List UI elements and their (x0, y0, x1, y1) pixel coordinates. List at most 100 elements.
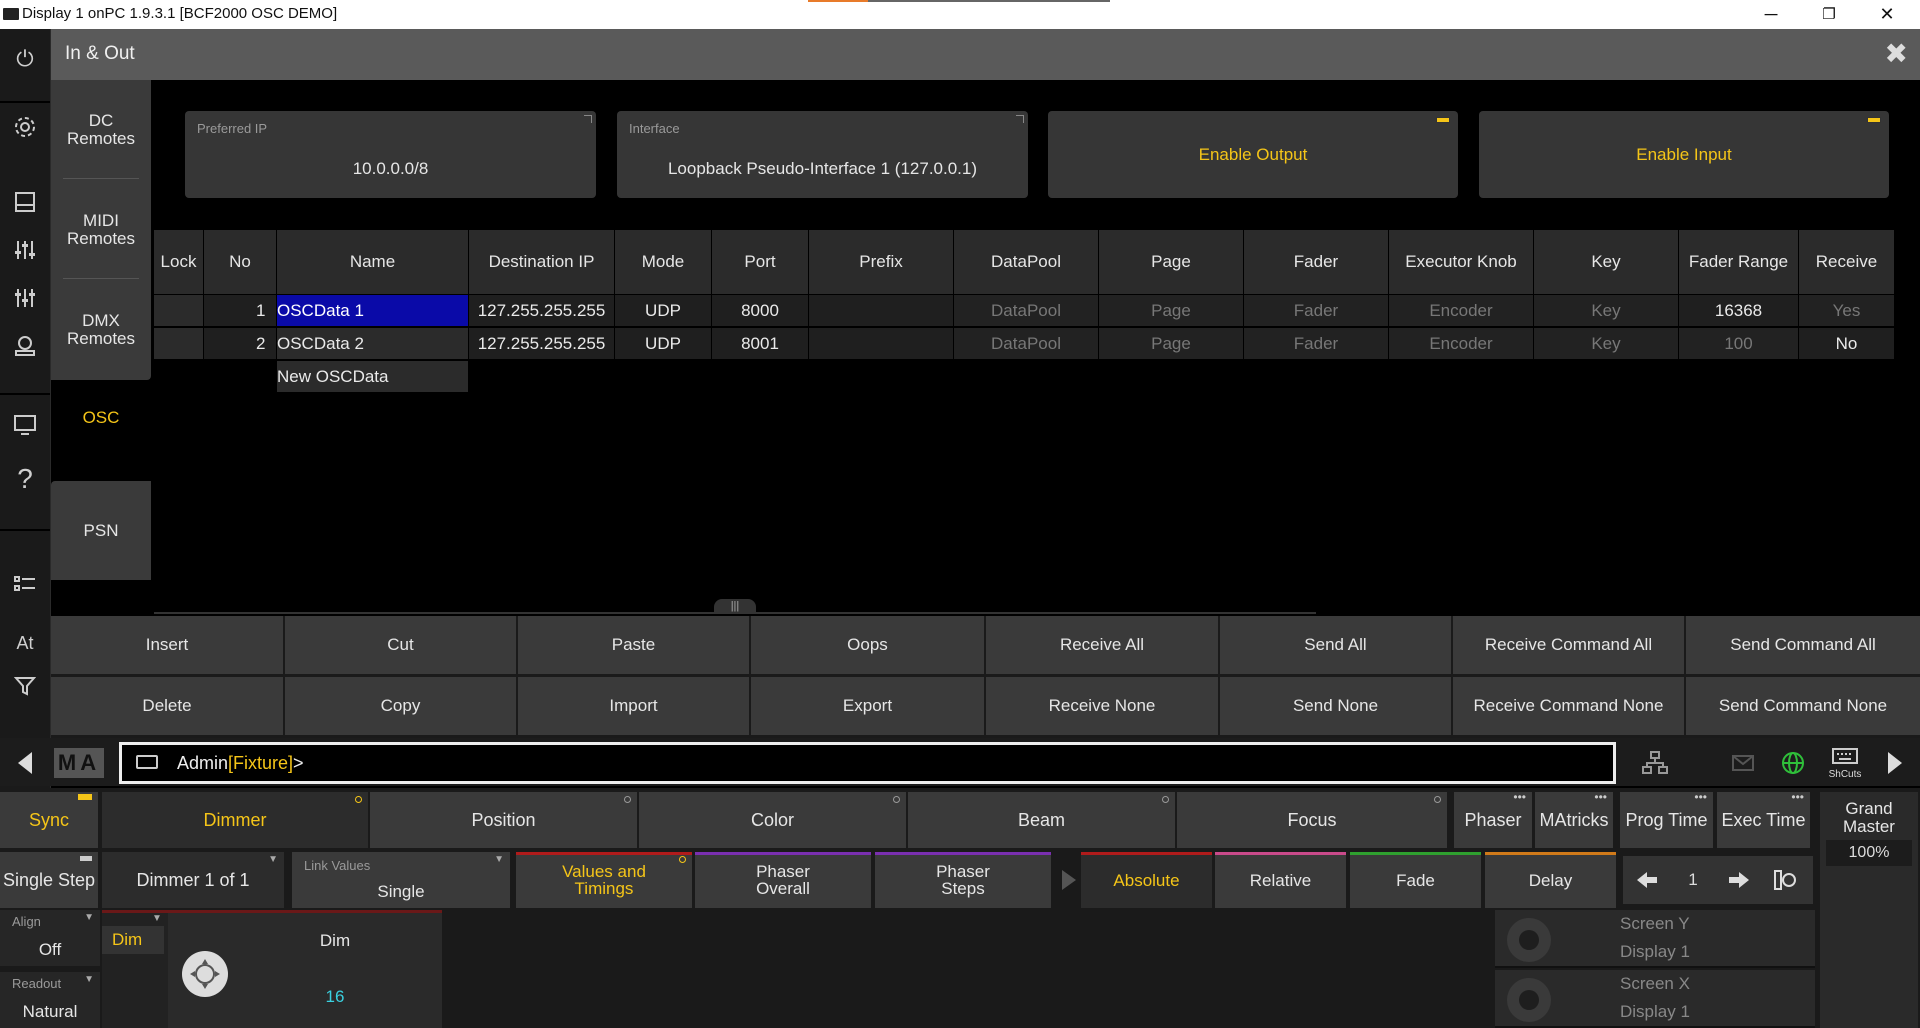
tab-exec-time[interactable]: ••• Exec Time (1717, 790, 1812, 848)
receive-command-all-button[interactable]: Receive Command All (1453, 616, 1686, 674)
phaser-overall-button[interactable]: Phaser Overall (695, 852, 873, 908)
table-cell-knob[interactable]: Encoder (1389, 328, 1534, 360)
interface-field[interactable]: Interface Loopback Pseudo-Interface 1 (1… (617, 111, 1028, 198)
table-cell-mode[interactable]: UDP (615, 328, 712, 360)
table-cell-range[interactable]: 100 (1679, 328, 1799, 360)
screen-x-encoder[interactable]: Screen X Display 1 (1495, 970, 1815, 1028)
receive-none-button[interactable]: Receive None (986, 677, 1220, 735)
mail-icon[interactable] (1718, 742, 1768, 784)
nav-dc-remotes[interactable]: DC Remotes (51, 100, 151, 160)
list-icon[interactable] (0, 563, 50, 607)
col-port[interactable]: Port (712, 230, 809, 294)
phaser-steps-button[interactable]: Phaser Steps (875, 852, 1053, 908)
table-cell-lock[interactable] (154, 295, 204, 327)
cut-button[interactable]: Cut (285, 616, 518, 674)
send-all-button[interactable]: Send All (1220, 616, 1453, 674)
link-values-select[interactable]: Link Values Single ▼ (292, 852, 510, 908)
keyboard-icon[interactable] (136, 755, 158, 769)
new-oscdata-row[interactable]: New OSCData (277, 361, 469, 393)
nav-psn[interactable]: PSN (51, 481, 151, 580)
paste-button[interactable]: Paste (518, 616, 751, 674)
dimmer-count-button[interactable]: ▼ Dimmer 1 of 1 (102, 852, 286, 908)
tab-phaser[interactable]: ••• Phaser (1454, 790, 1534, 848)
sync-button[interactable]: Sync (0, 792, 100, 848)
power-icon[interactable]: ⏻ (0, 37, 50, 81)
restore-button[interactable]: ❐ (1800, 0, 1858, 29)
readout-select[interactable]: Readout Natural ▼ (0, 972, 100, 1028)
tab-beam[interactable]: Beam (908, 792, 1177, 848)
single-step-button[interactable]: Single Step (0, 852, 100, 908)
table-cell-datapool[interactable]: DataPool (954, 328, 1099, 360)
receive-all-button[interactable]: Receive All (986, 616, 1220, 674)
col-no[interactable]: No (204, 230, 277, 294)
table-cell-key[interactable]: Key (1534, 295, 1679, 327)
send-command-all-button[interactable]: Send Command All (1686, 616, 1920, 674)
import-button[interactable]: Import (518, 677, 751, 735)
table-cell-no[interactable]: 1 (204, 295, 277, 327)
gear-icon[interactable] (0, 105, 50, 149)
dim-attribute[interactable]: Dim 16 (168, 913, 442, 1028)
col-receive[interactable]: Receive (1799, 230, 1895, 294)
tab-dimmer[interactable]: Dimmer (102, 792, 370, 848)
nav-dmx-remotes[interactable]: DMX Remotes (51, 300, 151, 360)
table-cell-lock[interactable] (154, 328, 204, 360)
col-key[interactable]: Key (1534, 230, 1679, 294)
insert-button[interactable]: Insert (51, 616, 285, 674)
grand-master[interactable]: Grand Master 100% (1820, 792, 1918, 1028)
export-button[interactable]: Export (751, 677, 986, 735)
table-cell-datapool[interactable]: DataPool (954, 295, 1099, 327)
col-prefix[interactable]: Prefix (809, 230, 954, 294)
table-cell-ip[interactable]: 127.255.255.255 (469, 328, 615, 360)
tab-focus[interactable]: Focus (1177, 792, 1449, 848)
sync-page-icon[interactable] (1765, 864, 1805, 896)
relative-button[interactable]: Relative (1215, 852, 1348, 908)
table-cell-port[interactable]: 8000 (712, 295, 809, 327)
arrow-right-page-icon[interactable] (1719, 864, 1759, 896)
monitor-icon[interactable] (0, 403, 50, 447)
table-cell-knob[interactable]: Encoder (1389, 295, 1534, 327)
receive-command-none-button[interactable]: Receive Command None (1453, 677, 1686, 735)
table-cell-receive[interactable]: Yes (1799, 295, 1895, 327)
oops-button[interactable]: Oops (751, 616, 986, 674)
send-command-none-button[interactable]: Send Command None (1686, 677, 1920, 735)
table-cell-fader[interactable]: Fader (1244, 328, 1389, 360)
at-button[interactable]: At (0, 621, 50, 665)
group-icon[interactable] (0, 324, 50, 368)
tab-prog-time[interactable]: ••• Prog Time (1620, 790, 1715, 848)
table-cell-name[interactable]: OSCData 2 (277, 328, 469, 360)
col-destination-ip[interactable]: Destination IP (469, 230, 615, 294)
col-datapool[interactable]: DataPool (954, 230, 1099, 294)
col-fader[interactable]: Fader (1244, 230, 1389, 294)
copy-button[interactable]: Copy (285, 677, 518, 735)
table-cell-prefix[interactable] (809, 328, 954, 360)
table-cell-key[interactable]: Key (1534, 328, 1679, 360)
table-cell-no[interactable]: 2 (204, 328, 277, 360)
table-cell-name[interactable]: OSCData 1 (277, 295, 469, 327)
drag-handle-icon[interactable]: ||| (714, 599, 756, 614)
faders-icon[interactable] (0, 276, 50, 320)
col-fader-range[interactable]: Fader Range (1679, 230, 1799, 294)
filter-icon[interactable] (0, 664, 50, 708)
nav-midi-remotes[interactable]: MIDI Remotes (51, 200, 151, 260)
table-cell-range[interactable]: 16368 (1679, 295, 1799, 327)
tab-position[interactable]: Position (370, 792, 639, 848)
shortcuts-button[interactable]: ShCuts (1822, 740, 1868, 784)
table-cell-ip[interactable]: 127.255.255.255 (469, 295, 615, 327)
table-cell-fader[interactable]: Fader (1244, 295, 1389, 327)
screen-y-encoder[interactable]: Screen Y Display 1 (1495, 910, 1815, 968)
absolute-button[interactable]: Absolute (1081, 852, 1214, 908)
close-icon[interactable]: ✖ (1885, 37, 1908, 70)
enable-output-button[interactable]: Enable Output (1048, 111, 1458, 198)
layout-icon[interactable] (0, 180, 50, 224)
fade-button[interactable]: Fade (1350, 852, 1483, 908)
send-none-button[interactable]: Send None (1220, 677, 1453, 735)
close-window-button[interactable]: ✕ (1858, 0, 1916, 29)
arrow-right-icon[interactable] (1880, 748, 1910, 778)
col-name[interactable]: Name (277, 230, 469, 294)
arrow-left-icon[interactable] (10, 748, 40, 778)
delete-button[interactable]: Delete (51, 677, 285, 735)
table-cell-port[interactable]: 8001 (712, 328, 809, 360)
minimize-button[interactable]: ─ (1742, 0, 1800, 29)
table-cell-prefix[interactable] (809, 295, 954, 327)
globe-icon[interactable] (1768, 742, 1818, 784)
